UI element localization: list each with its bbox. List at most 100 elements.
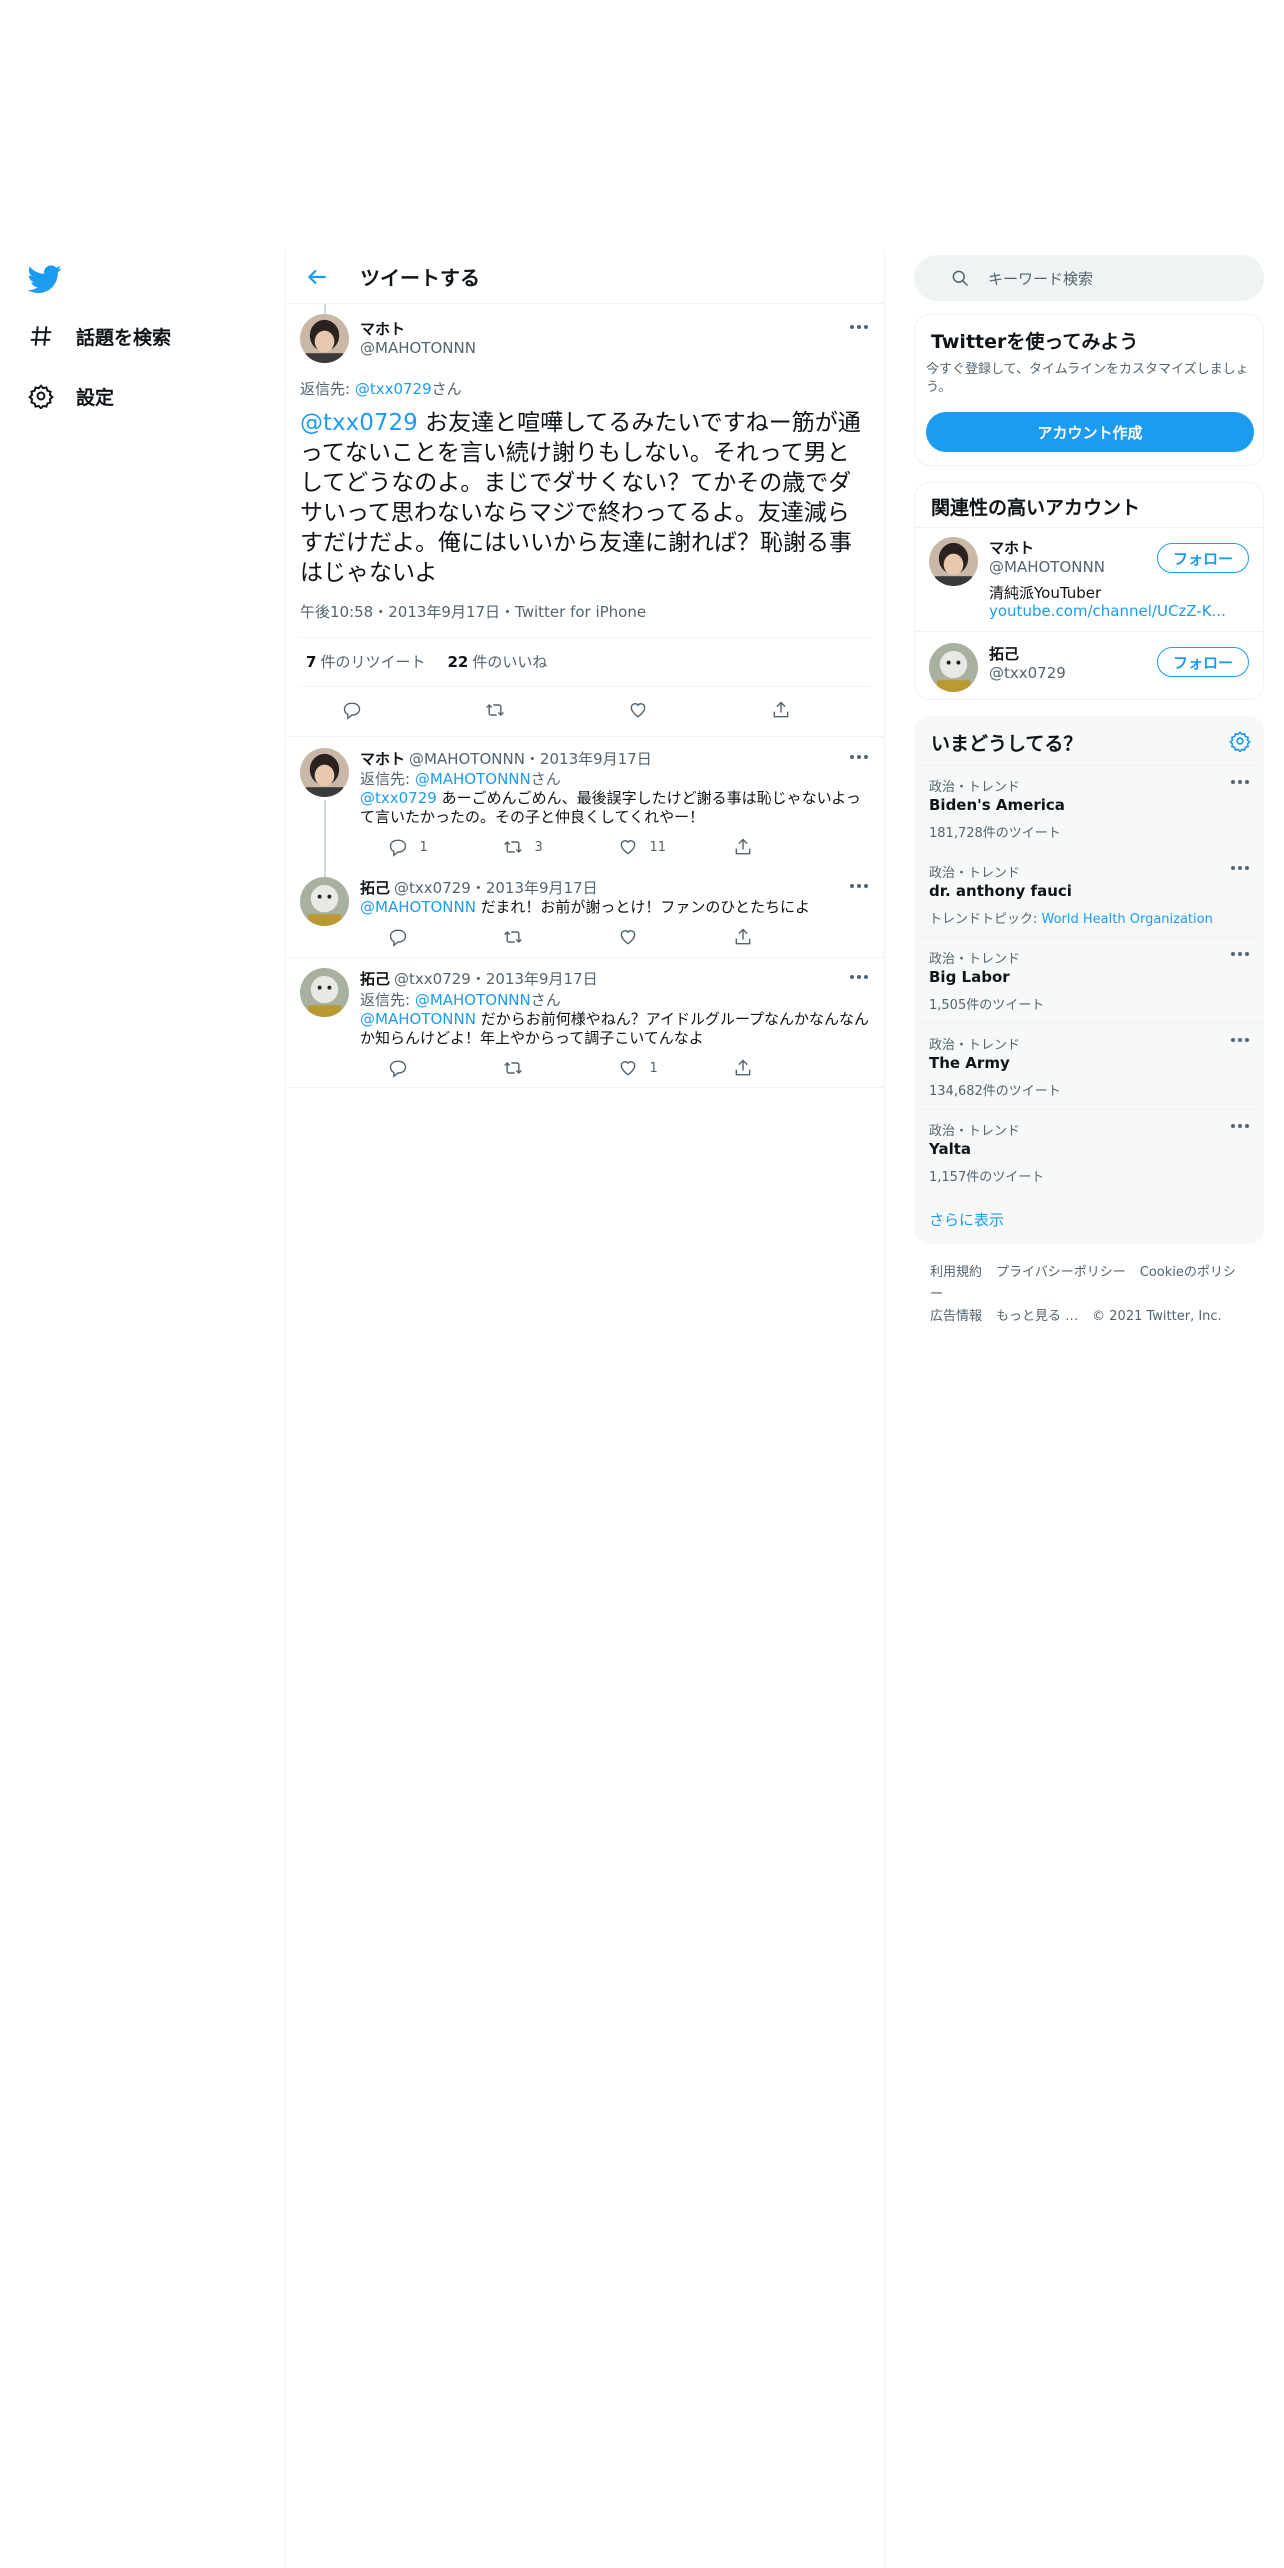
- mention-link[interactable]: @MAHOTONNN: [360, 1010, 476, 1028]
- nav-explore[interactable]: 話題を検索: [28, 316, 171, 356]
- nav-settings[interactable]: 設定: [28, 376, 114, 416]
- main-column: [285, 250, 885, 2568]
- search-bar[interactable]: キーワード検索: [914, 255, 1264, 301]
- trends-title: いまどうしてる？: [931, 733, 1083, 755]
- avatar[interactable]: [300, 748, 349, 797]
- like-icon: [618, 1058, 638, 1078]
- more-icon[interactable]: [1229, 864, 1251, 872]
- column-header: ツイートする: [286, 250, 884, 304]
- footer-link-terms[interactable]: 利用規約: [930, 1265, 982, 1280]
- reply-author-name[interactable]: 拓己: [360, 879, 390, 897]
- related-account-name[interactable]: 拓己: [989, 643, 1019, 664]
- reply-author-name[interactable]: 拓己: [360, 970, 390, 988]
- reply-text: @txx0729 あーごめんごめん、最後誤字したけど謝る事は恥じゃないよって言い…: [360, 789, 870, 827]
- like-button[interactable]: 11: [618, 837, 678, 857]
- more-icon[interactable]: [1229, 1036, 1251, 1044]
- reply-button[interactable]: [342, 700, 402, 720]
- related-account-handle[interactable]: @txx0729: [989, 664, 1066, 682]
- author-name[interactable]: マホト: [360, 318, 405, 339]
- avatar[interactable]: [300, 968, 349, 1017]
- reply-suffix: さん: [530, 770, 561, 788]
- footer-link-ads[interactable]: 広告情報: [930, 1309, 982, 1324]
- reply-context: 返信先: @MAHOTONNNさん: [360, 768, 561, 789]
- share-button[interactable]: [733, 1058, 793, 1078]
- reply-handle-date[interactable]: @MAHOTONNN・2013年9月17日: [409, 750, 652, 768]
- retweet-button[interactable]: 3: [503, 837, 563, 857]
- avatar[interactable]: [929, 537, 978, 586]
- trend-category: 政治・トレンド: [929, 1124, 1021, 1139]
- reply-handle-date[interactable]: @txx0729・2013年9月17日: [394, 879, 598, 897]
- reply-handle-date[interactable]: @txx0729・2013年9月17日: [394, 970, 598, 988]
- follow-button[interactable]: フォロー: [1157, 543, 1249, 573]
- more-icon[interactable]: [848, 882, 870, 890]
- related-account-name[interactable]: マホト: [989, 537, 1034, 558]
- show-more-link[interactable]: さらに表示: [929, 1209, 1004, 1230]
- reply-icon: [388, 837, 408, 857]
- more-icon[interactable]: [848, 753, 870, 761]
- page-title: ツイートする: [360, 266, 480, 290]
- like-stat[interactable]: 22 件のいいね: [447, 651, 547, 672]
- reply-to-link[interactable]: @MAHOTONNN: [415, 991, 531, 1009]
- retweet-button[interactable]: [503, 1058, 563, 1078]
- avatar[interactable]: [300, 314, 349, 363]
- retweet-icon: [503, 837, 523, 857]
- retweet-stat[interactable]: 7 件のリツイート: [306, 651, 425, 672]
- reply-count: 1: [419, 839, 428, 855]
- reply-suffix: さん: [431, 380, 462, 398]
- like-button[interactable]: [628, 700, 688, 720]
- like-icon: [628, 700, 648, 720]
- retweet-button[interactable]: [485, 700, 545, 720]
- avatar[interactable]: [300, 877, 349, 926]
- mention-link[interactable]: @txx0729: [360, 789, 437, 807]
- footer-link-privacy[interactable]: プライバシーポリシー: [996, 1265, 1126, 1280]
- trend-item[interactable]: 政治・トレンド dr. anthony fauci トレンドトピック: Worl…: [915, 852, 1263, 936]
- author-handle[interactable]: @MAHOTONNN: [360, 339, 476, 357]
- mention-link[interactable]: @txx0729: [300, 410, 418, 436]
- trend-topic-link[interactable]: World Health Organization: [1042, 912, 1213, 927]
- more-icon[interactable]: [1229, 950, 1251, 958]
- related-account-link[interactable]: youtube.com/channel/UCzZ-K...: [989, 602, 1226, 620]
- footer-link-more[interactable]: もっと見る …: [996, 1309, 1078, 1324]
- divider: [286, 736, 884, 737]
- follow-button[interactable]: フォロー: [1157, 647, 1249, 677]
- more-icon[interactable]: [848, 973, 870, 981]
- share-button[interactable]: [733, 837, 793, 857]
- more-icon[interactable]: [1229, 1122, 1251, 1130]
- reply-button[interactable]: [388, 927, 448, 947]
- trend-item[interactable]: 政治・トレンド Yalta 1,157件のツイート: [915, 1110, 1263, 1194]
- reply-to-link[interactable]: @txx0729: [355, 380, 432, 398]
- trend-category: 政治・トレンド: [929, 780, 1021, 795]
- gear-icon[interactable]: [1229, 730, 1251, 752]
- create-account-button[interactable]: アカウント作成: [926, 412, 1254, 452]
- trend-name: Biden's America: [929, 796, 1065, 814]
- more-icon[interactable]: [1229, 778, 1251, 786]
- share-button[interactable]: [733, 927, 793, 947]
- twitter-logo-icon[interactable]: [28, 262, 62, 296]
- more-icon[interactable]: [848, 323, 870, 331]
- trend-count: 1,157件のツイート: [929, 1170, 1045, 1185]
- reply-to-link[interactable]: @MAHOTONNN: [415, 770, 531, 788]
- reply-author-name[interactable]: マホト: [360, 750, 405, 768]
- reply-actions: [360, 927, 820, 947]
- share-button[interactable]: [771, 700, 831, 720]
- tweet-meta[interactable]: 午後10:58・2013年9月17日・Twitter for iPhone: [300, 601, 646, 622]
- trend-item[interactable]: 政治・トレンド Big Labor 1,505件のツイート: [915, 938, 1263, 1022]
- mention-link[interactable]: @MAHOTONNN: [360, 898, 476, 916]
- trend-item[interactable]: 政治・トレンド Biden's America 181,728件のツイート: [915, 766, 1263, 850]
- related-account-handle[interactable]: @MAHOTONNN: [989, 558, 1105, 576]
- like-button[interactable]: [618, 927, 678, 947]
- search-icon: [932, 268, 970, 288]
- trend-item[interactable]: 政治・トレンド The Army 134,682件のツイート: [915, 1024, 1263, 1108]
- like-button[interactable]: 1: [618, 1058, 678, 1078]
- reply-prefix: 返信先:: [360, 770, 415, 788]
- search-input[interactable]: キーワード検索: [988, 268, 1093, 289]
- trend-category: 政治・トレンド: [929, 1038, 1021, 1053]
- reply-button[interactable]: 1: [388, 837, 448, 857]
- retweet-button[interactable]: [503, 927, 563, 947]
- avatar[interactable]: [929, 643, 978, 692]
- divider: [286, 1087, 884, 1088]
- signup-desc: 今すぐ登録して、タイムラインをカスタマイズしましょう。: [926, 362, 1249, 395]
- divider: [300, 637, 870, 638]
- reply-button[interactable]: [388, 1058, 448, 1078]
- back-arrow-icon[interactable]: [304, 264, 330, 290]
